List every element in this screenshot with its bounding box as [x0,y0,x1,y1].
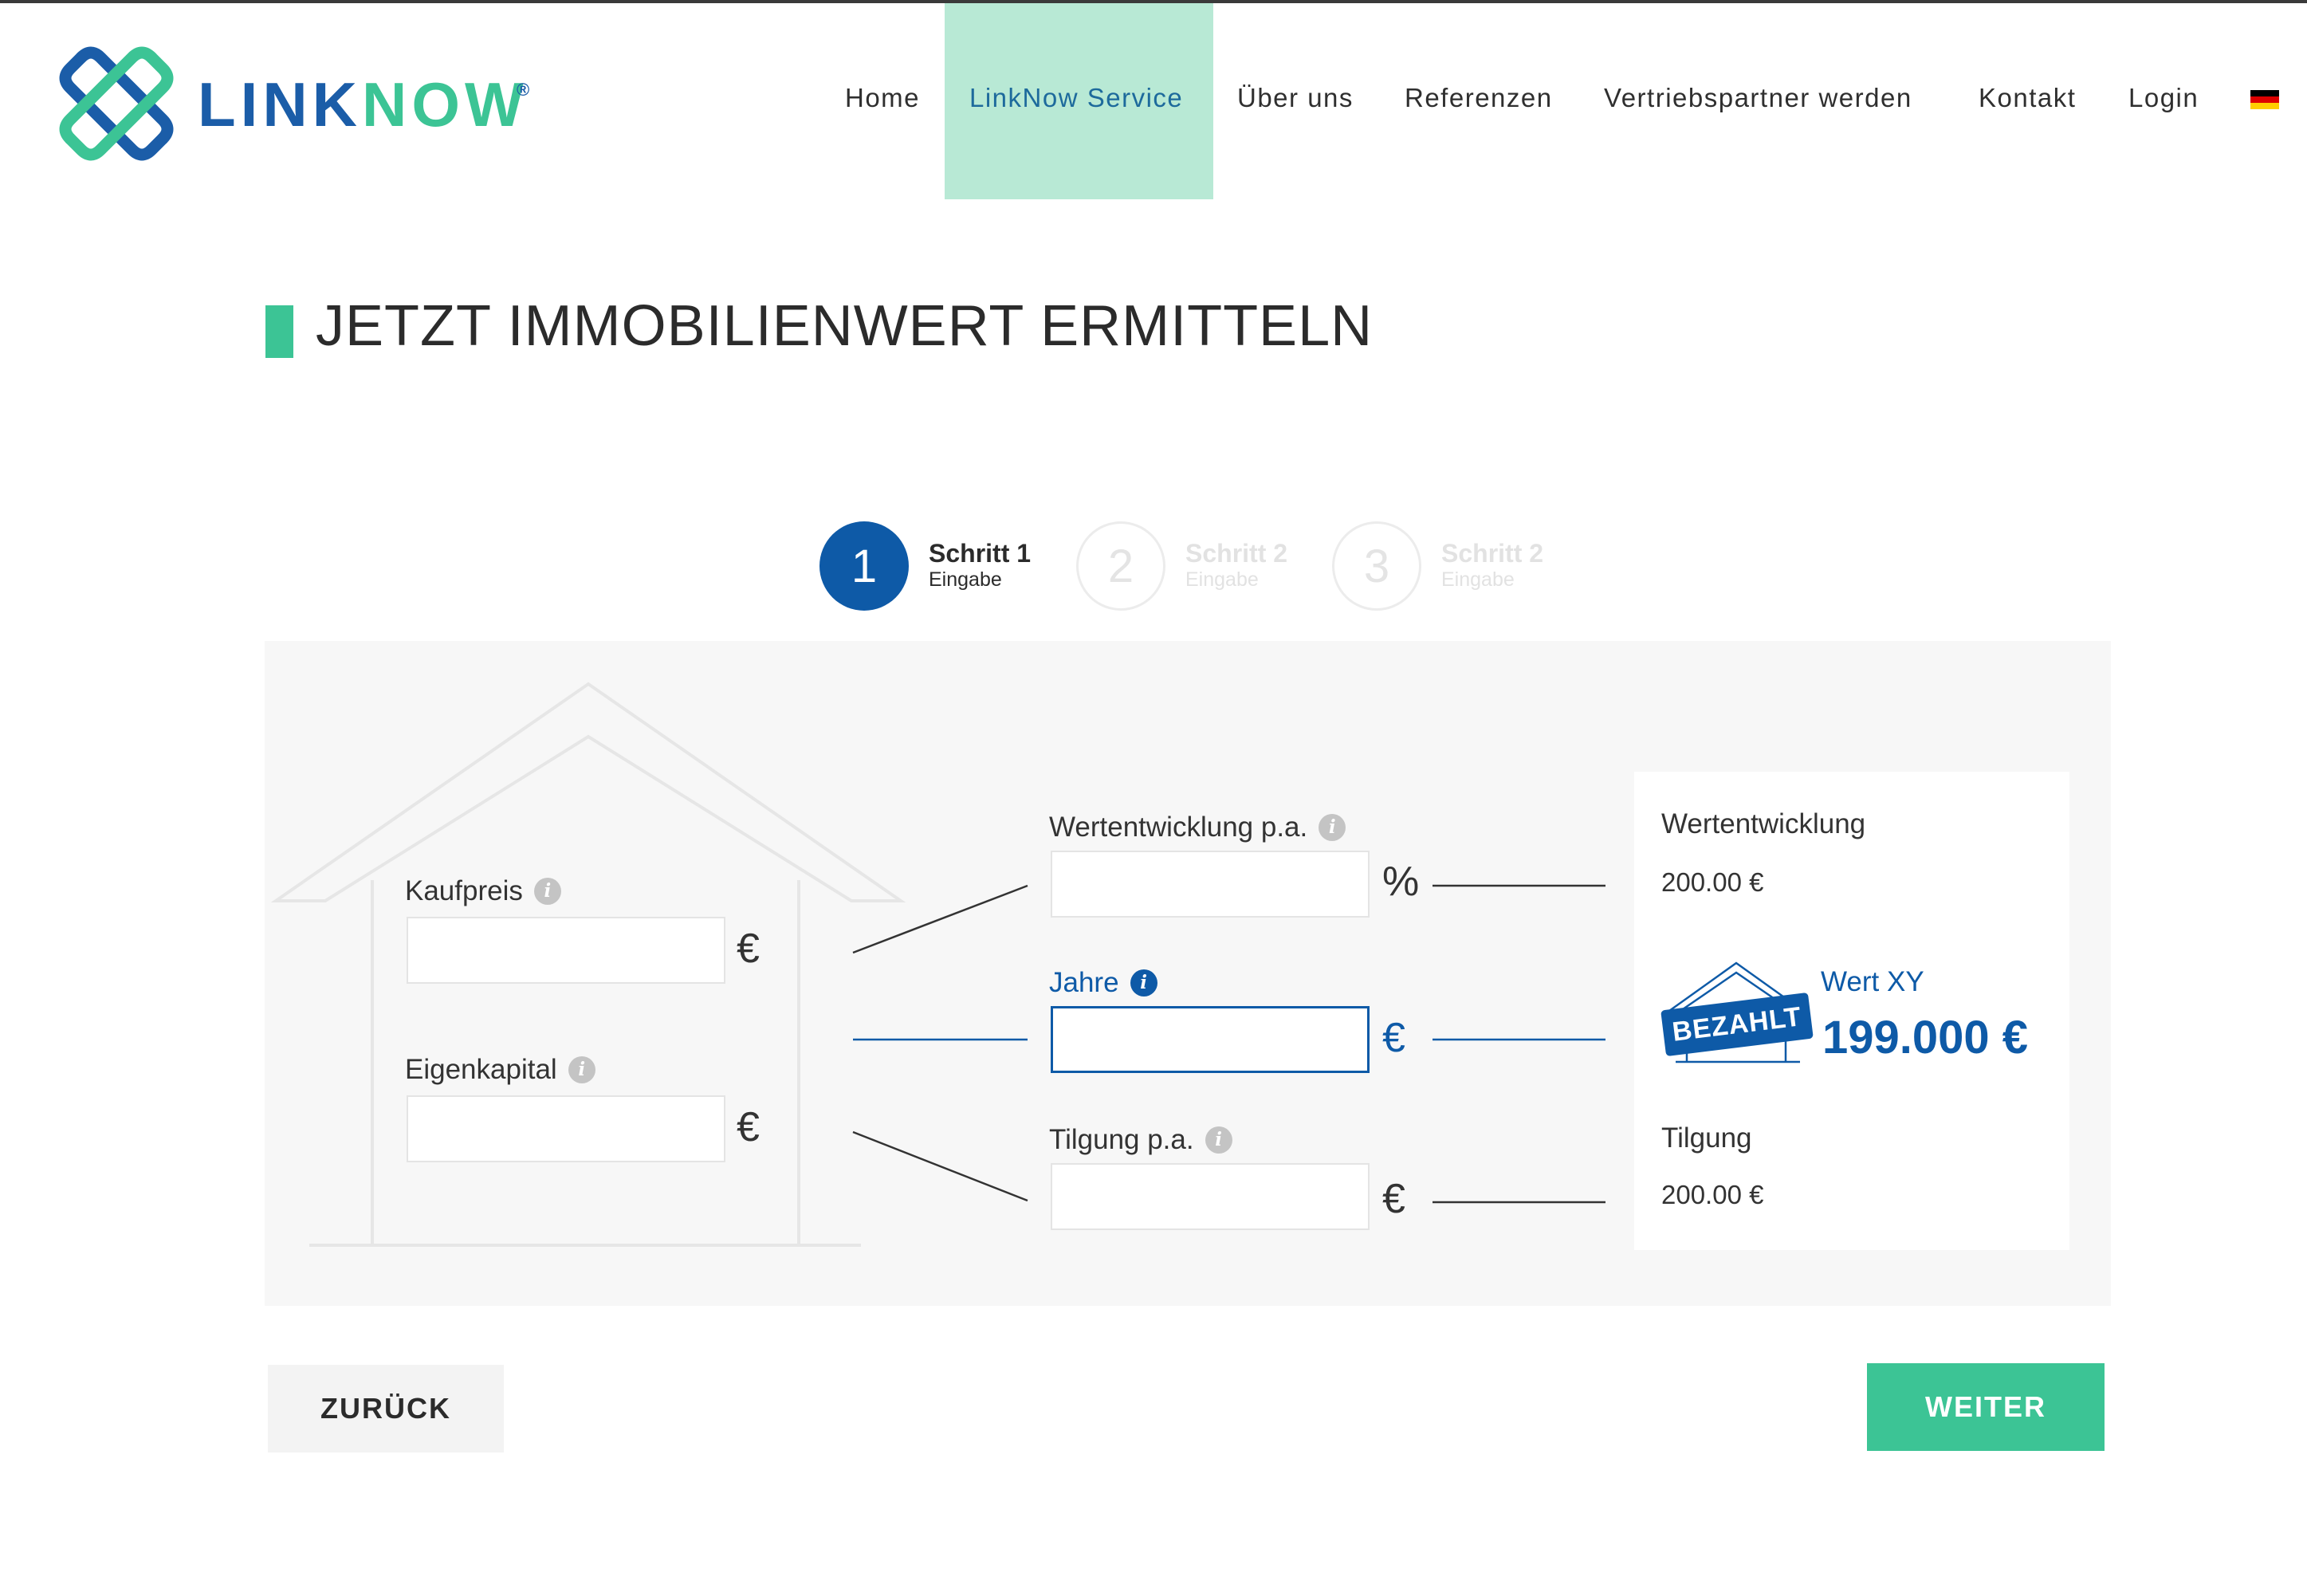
kaufpreis-unit: € [737,926,760,972]
tilgung-unit: € [1382,1176,1405,1222]
result-tilgung-label: Tilgung [1661,1122,1752,1154]
wertentwicklung-unit: % [1382,859,1420,905]
jahre-label-text: Jahre [1049,967,1119,998]
info-icon[interactable]: i [1319,814,1346,841]
result-tilgung-value: 200.00 € [1661,1180,1764,1209]
wert-label: Wert XY [1821,966,1924,997]
eigenkapital-input[interactable] [407,1095,725,1162]
info-icon[interactable]: i [533,878,561,905]
result-wertentwicklung-label: Wertentwicklung [1661,808,1866,839]
result-wertentwicklung-value: 200.00 € [1661,867,1764,897]
eigenkapital-label: Eigenkapital i [405,1054,595,1086]
wertentwicklung-label: Wertentwicklung p.a. i [1049,812,1346,843]
wertentwicklung-label-text: Wertentwicklung p.a. [1049,812,1308,843]
wert-value: 199.000 € [1822,1012,2029,1063]
tilgung-label: Tilgung p.a. i [1049,1124,1232,1156]
eigenkapital-unit: € [737,1104,760,1150]
next-button[interactable]: WEITER [1867,1363,2105,1451]
eigenkapital-label-text: Eigenkapital [405,1054,557,1085]
jahre-unit: € [1382,1015,1405,1061]
jahre-input[interactable] [1051,1006,1370,1073]
kaufpreis-input[interactable] [407,917,725,984]
tilgung-label-text: Tilgung p.a. [1049,1124,1194,1155]
info-icon[interactable]: i [1205,1126,1232,1154]
info-icon[interactable]: i [1130,969,1157,997]
jahre-label: Jahre i [1049,967,1157,999]
back-button[interactable]: ZURÜCK [268,1365,504,1453]
bezahlt-badge: BEZAHLT [1660,955,1819,1067]
kaufpreis-label: Kaufpreis i [405,875,561,907]
info-icon[interactable]: i [568,1056,595,1083]
wertentwicklung-input[interactable] [1051,851,1370,918]
kaufpreis-label-text: Kaufpreis [405,875,523,906]
tilgung-input[interactable] [1051,1163,1370,1230]
